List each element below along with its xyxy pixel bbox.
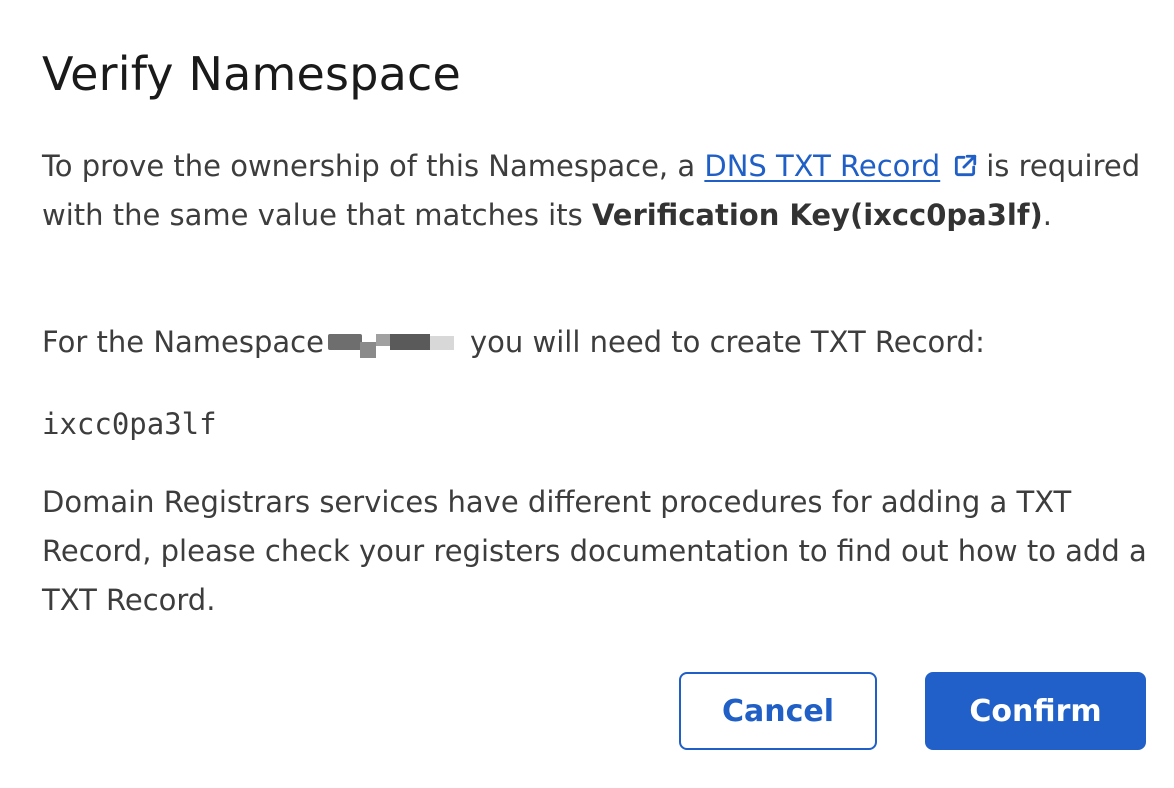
external-link-icon[interactable] <box>952 153 978 179</box>
txt-record-value: ixcc0pa3lf <box>42 407 217 441</box>
confirm-button[interactable]: Confirm <box>925 672 1146 750</box>
redacted-namespace-name <box>324 328 470 358</box>
namespace-text-after: you will need to create TXT Record: <box>469 325 985 359</box>
intro-paragraph: To prove the ownership of this Namespace… <box>42 142 1152 240</box>
verification-key-label: Verification Key(ixcc0pa3lf) <box>591 198 1043 232</box>
intro-text-before-link: To prove the ownership of this Namespace… <box>42 149 705 183</box>
namespace-paragraph: For the Namespace you will need to create… <box>42 318 1152 367</box>
cancel-button[interactable]: Cancel <box>679 672 877 750</box>
namespace-text-before: For the Namespace <box>42 325 324 359</box>
dialog-title: Verify Namespace <box>42 47 461 101</box>
registrar-note: Domain Registrars services have differen… <box>42 485 1147 617</box>
intro-text-end: . <box>1042 198 1052 232</box>
verify-namespace-dialog: Verify Namespace To prove the ownership … <box>0 0 1174 788</box>
dns-txt-record-link[interactable]: DNS TXT Record <box>704 149 940 183</box>
